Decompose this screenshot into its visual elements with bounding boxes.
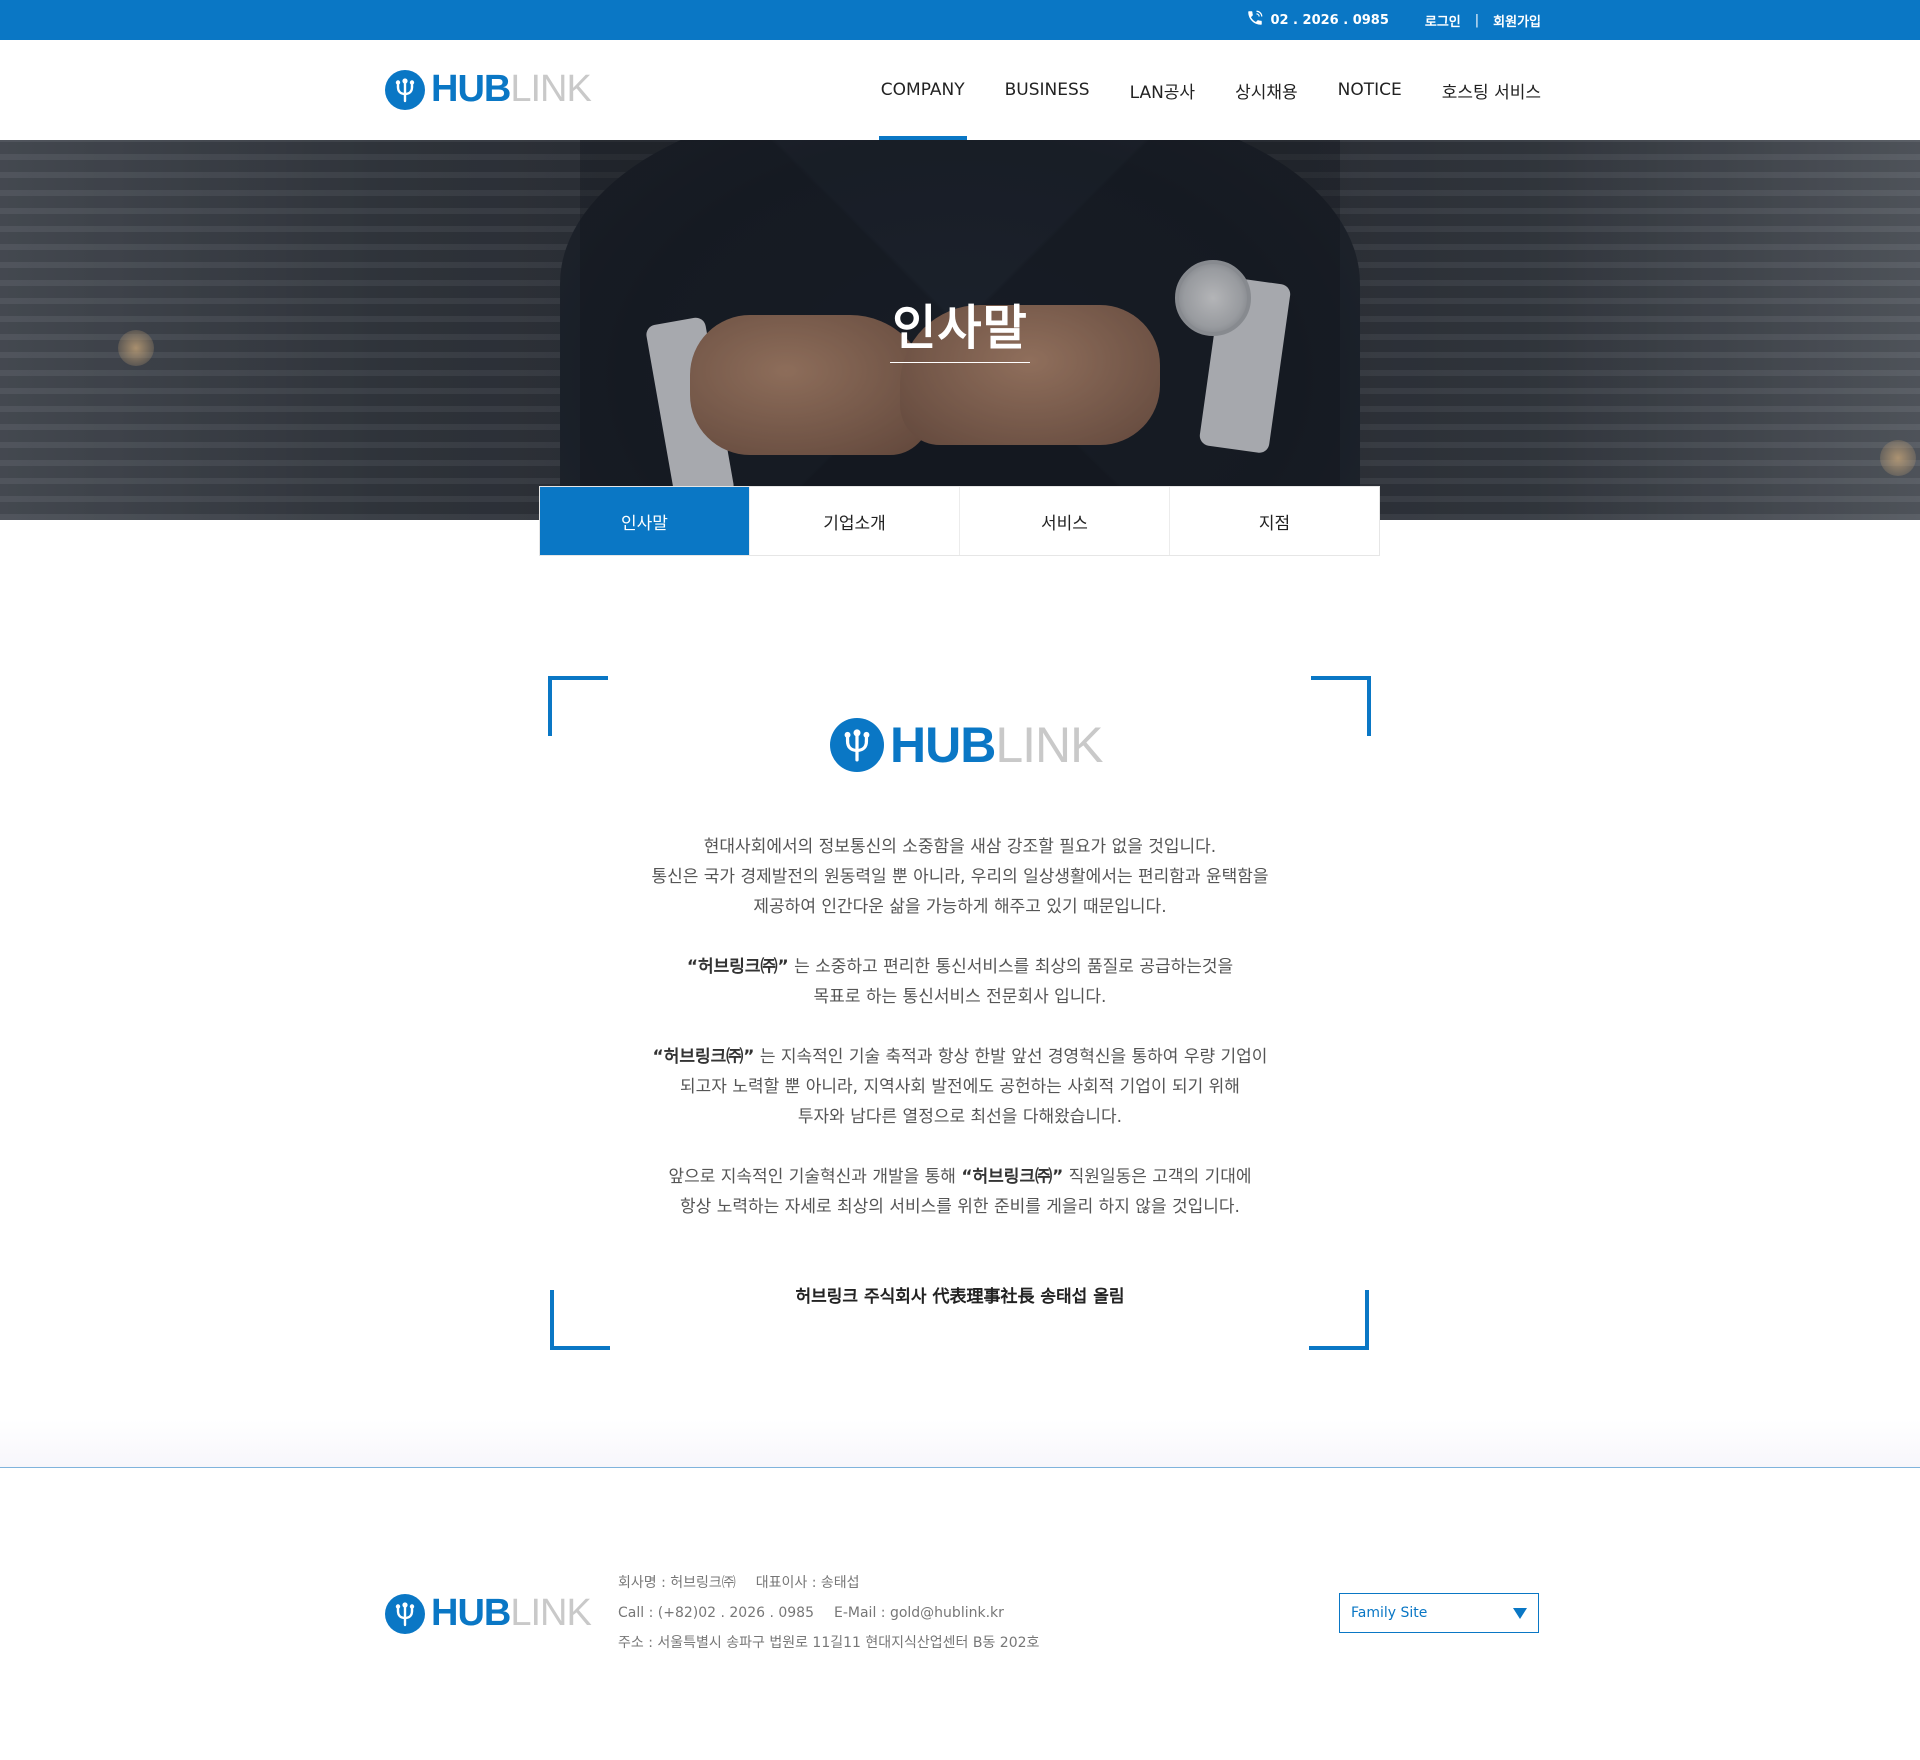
nav-recruit[interactable]: 상시채용 (1235, 40, 1298, 140)
logo-wordmark: HUBLINK (890, 717, 1104, 773)
nav-company[interactable]: COMPANY (878, 40, 967, 140)
frame-corner-top-left (548, 676, 608, 736)
family-site-select[interactable]: Family Site (1339, 1593, 1539, 1633)
logo-wordmark: HUBLINK (431, 68, 592, 110)
logo-mark-icon (385, 1593, 425, 1634)
page-title: 인사말 (892, 300, 1028, 356)
phone-text: 02 . 2026 . 0985 (1270, 12, 1389, 28)
tab-service[interactable]: 서비스 (960, 487, 1170, 555)
main-nav: COMPANY BUSINESS LAN공사 상시채용 NOTICE 호스팅 서… (841, 40, 1541, 140)
sub-tabs: 인사말 기업소개 서비스 지점 (539, 486, 1380, 556)
nav-notice[interactable]: NOTICE (1338, 40, 1402, 140)
title-underline (890, 362, 1030, 363)
company-info-line-2: Call : (+82)02 . 2026 . 0985 E-Mail : gol… (618, 1598, 1039, 1628)
signup-link[interactable]: 회원가입 (1493, 11, 1541, 30)
phone-icon (1246, 9, 1264, 31)
top-bar-links: 02 . 2026 . 0985 로그인 | 회원가입 (1246, 0, 1541, 40)
top-bar: 02 . 2026 . 0985 로그인 | 회원가입 (0, 0, 1920, 40)
company-info: 회사명 : 허브링크㈜ 대표이사 : 송태섭 Call : (+82)02 . 2… (618, 1568, 1039, 1658)
footer-fade (0, 1420, 1920, 1468)
ceo-signature: 허브링크 주식회사 代表理事社長 송태섭 올림 (795, 1287, 1125, 1307)
tab-about[interactable]: 기업소개 (750, 487, 960, 555)
logo-wordmark: HUBLINK (431, 1592, 592, 1634)
greeting-paragraph-4: 앞으로 지속적인 기술혁신과 개발을 통해 “허브링크㈜” 직원일동은 고객의 … (668, 1167, 1252, 1217)
company-name: 회사명 : 허브링크㈜ (618, 1575, 736, 1591)
tab-branch[interactable]: 지점 (1170, 487, 1379, 555)
site-header: HUBLINK COMPANY BUSINESS LAN공사 상시채용 NOTI… (0, 40, 1920, 140)
company-ceo: 대표이사 : 송태섭 (755, 1575, 860, 1591)
family-site-label: Family Site (1351, 1605, 1428, 1621)
nav-hosting[interactable]: 호스팅 서비스 (1442, 40, 1541, 140)
header-logo[interactable]: HUBLINK (385, 68, 592, 111)
nav-business[interactable]: BUSINESS (1005, 40, 1090, 140)
logo-mark-icon (385, 69, 425, 110)
greeting-paragraph-3: “허브링크㈜” 는 지속적인 기술 축적과 항상 한발 앞선 경영혁신을 통하여… (652, 1047, 1268, 1127)
phone-number: 02 . 2026 . 0985 (1246, 9, 1389, 31)
greeting-paragraph-2: “허브링크㈜” 는 소중하고 편리한 통신서비스를 최상의 품질로 공급하는것을… (686, 957, 1234, 1007)
company-email: E-Mail : gold@hublink.kr (834, 1605, 1004, 1621)
content-logo: HUBLINK (830, 716, 1104, 774)
greeting-text: 현대사회에서의 정보통신의 소중함을 새삼 강조할 필요가 없을 것입니다. 통… (560, 832, 1360, 1252)
footer-logo: HUBLINK (385, 1592, 592, 1635)
nav-lan[interactable]: LAN공사 (1130, 40, 1196, 140)
company-address: 주소 : 서울특별시 송파구 법원로 11길11 현대지식산업센터 B동 202… (618, 1635, 1040, 1651)
tab-greeting[interactable]: 인사말 (540, 487, 750, 555)
company-info-line-1: 회사명 : 허브링크㈜ 대표이사 : 송태섭 (618, 1568, 1039, 1598)
greeting-paragraph-1: 현대사회에서의 정보통신의 소중함을 새삼 강조할 필요가 없을 것입니다. 통… (651, 837, 1269, 917)
company-call: Call : (+82)02 . 2026 . 0985 (618, 1605, 814, 1621)
footer-divider (0, 1467, 1920, 1468)
top-separator: | (1474, 12, 1480, 28)
frame-corner-top-right (1311, 676, 1371, 736)
hero-banner: 인사말 (0, 140, 1920, 520)
dropdown-arrow-icon (1513, 1607, 1527, 1619)
login-link[interactable]: 로그인 (1425, 11, 1461, 30)
logo-mark-icon (830, 718, 884, 772)
